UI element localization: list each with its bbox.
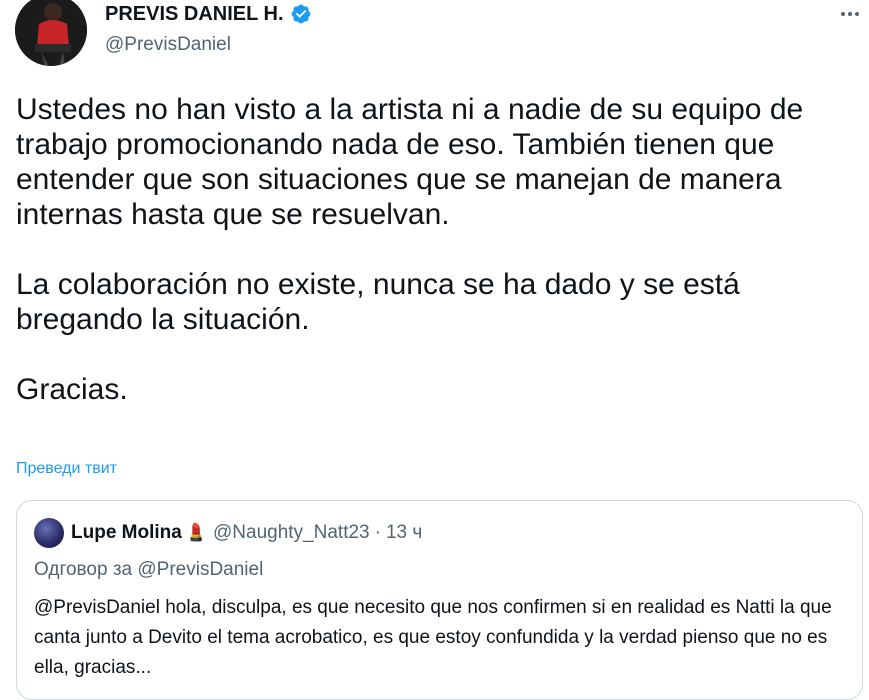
more-dot-icon [841,12,845,16]
quoted-separator: · [374,522,381,543]
quoted-author-avatar [34,518,64,548]
lipstick-emoji-icon: 💄 [185,523,207,542]
author-display-name[interactable]: PREVIS DANIEL H. [105,1,284,27]
quoted-tweet-text: @PrevisDaniel hola, disculpa, es que nec… [34,597,832,678]
author-avatar-image [15,0,87,66]
quoted-tweet-card[interactable]: Lupe Molina 💄 @Naughty_Natt23 · 13 ч Одг… [16,500,863,700]
more-dot-icon [855,12,859,16]
quoted-author-handle: @Naughty_Natt23 [213,522,370,543]
quoted-timestamp: 13 ч [385,522,423,543]
tweet-text: Ustedes no han visto a la artista ni a n… [16,93,804,406]
author-name-row[interactable]: PREVIS DANIEL H. [105,1,312,27]
quoted-reply-context: Одговор за @PrevisDaniel [34,559,264,580]
more-dot-icon [848,12,852,16]
translate-tweet-link[interactable]: Преведи твит [16,458,117,480]
author-avatar[interactable] [15,0,87,66]
quoted-tweet-header: Lupe Molina 💄 @Naughty_Natt23 · 13 ч [71,521,422,545]
verified-badge-icon [291,4,310,24]
more-options-button[interactable] [836,4,864,24]
author-handle[interactable]: @PrevisDaniel [105,33,231,57]
quoted-author-name: Lupe Molina [71,522,182,543]
